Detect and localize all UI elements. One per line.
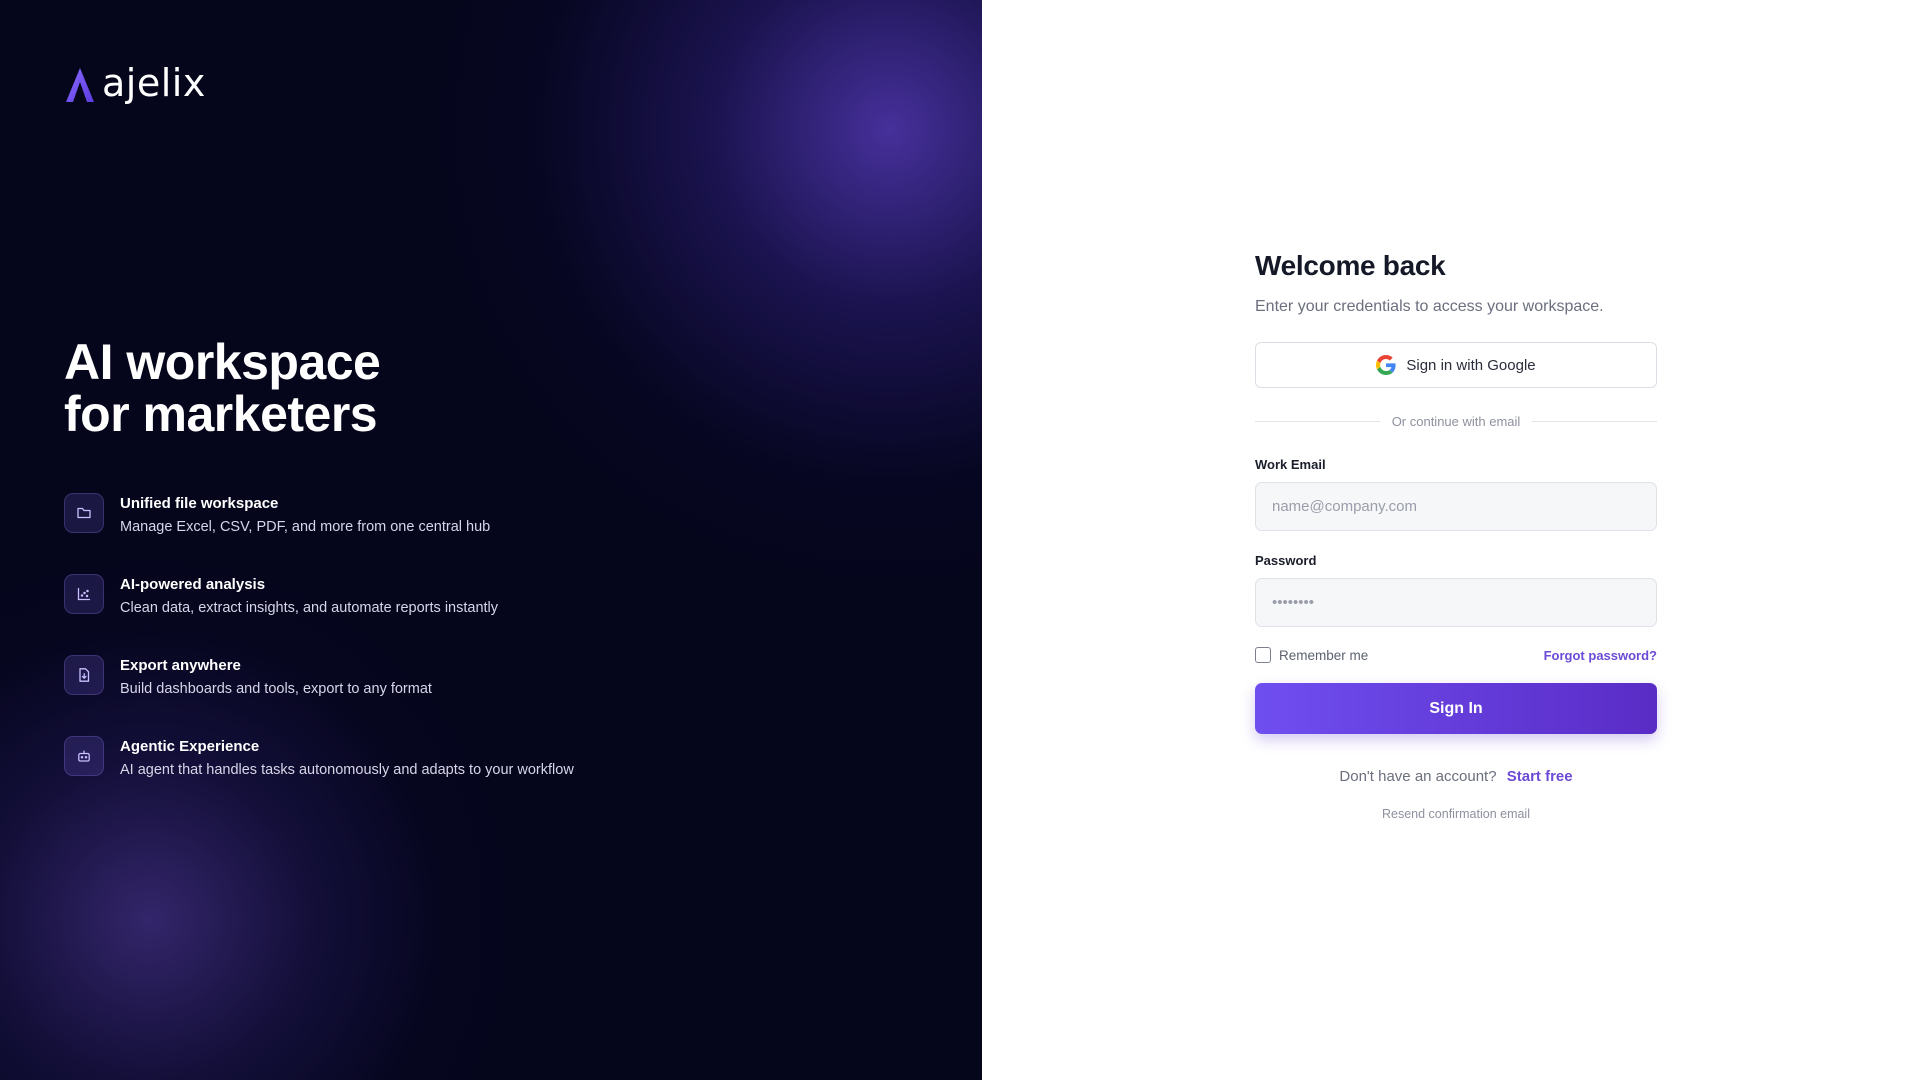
feature-item-agentic: Agentic Experience AI agent that handles… xyxy=(64,736,574,817)
feature-desc: Build dashboards and tools, export to an… xyxy=(120,681,432,697)
feature-item-analysis: AI-powered analysis Clean data, extract … xyxy=(64,574,574,655)
feature-desc: Manage Excel, CSV, PDF, and more from on… xyxy=(120,519,491,535)
divider-line xyxy=(1255,421,1380,422)
feature-title: Export anywhere xyxy=(120,657,241,674)
bot-icon xyxy=(64,736,104,776)
remember-me-control[interactable]: Remember me xyxy=(1255,647,1368,663)
email-field[interactable] xyxy=(1255,482,1657,531)
email-divider: Or continue with email xyxy=(1255,414,1657,429)
remember-row: Remember me Forgot password? xyxy=(1255,647,1657,663)
remember-me-label: Remember me xyxy=(1279,647,1369,663)
feature-title: Agentic Experience xyxy=(120,738,260,755)
hero-panel: ajelix AI workspace for marketers Unifie… xyxy=(0,0,982,1080)
password-field[interactable] xyxy=(1255,578,1657,627)
divider-text: Or continue with email xyxy=(1391,414,1521,429)
divider-line xyxy=(1532,421,1657,422)
ajelix-logo-icon xyxy=(66,68,94,102)
brand-logo[interactable]: ajelix xyxy=(64,62,206,104)
feature-title: Unified file workspace xyxy=(120,495,279,512)
login-panel: Welcome back Enter your credentials to a… xyxy=(982,0,1920,1080)
google-signin-button[interactable]: Sign in with Google xyxy=(1255,342,1657,388)
form-subtitle: Enter your credentials to access your wo… xyxy=(1255,298,1604,315)
resend-row: Resend confirmation email xyxy=(1255,807,1657,821)
hero-headline: AI workspace for marketers xyxy=(64,334,381,442)
start-free-link[interactable]: Start free xyxy=(1507,768,1573,785)
password-label: Password xyxy=(1255,553,1317,568)
feature-desc: Clean data, extract insights, and automa… xyxy=(120,600,499,616)
feature-item-export: Export anywhere Build dashboards and too… xyxy=(64,655,574,736)
folder-icon xyxy=(64,493,104,533)
google-signin-label: Sign in with Google xyxy=(1406,356,1536,374)
sign-in-button[interactable]: Sign In xyxy=(1255,683,1657,734)
forgot-password-link[interactable]: Forgot password? xyxy=(1544,648,1657,663)
resend-confirmation-link[interactable]: Resend confirmation email xyxy=(1382,807,1530,821)
file-export-icon xyxy=(64,655,104,695)
brand-name: ajelix xyxy=(102,61,206,105)
remember-me-checkbox[interactable] xyxy=(1255,647,1271,663)
feature-item-unified: Unified file workspace Manage Excel, CSV… xyxy=(64,493,574,574)
chart-icon xyxy=(64,574,104,614)
hero-line-1: AI workspace xyxy=(64,334,381,390)
google-icon xyxy=(1376,355,1396,375)
feature-list: Unified file workspace Manage Excel, CSV… xyxy=(64,493,574,817)
feature-desc: AI agent that handles tasks autonomously… xyxy=(120,762,574,778)
feature-title: AI-powered analysis xyxy=(120,576,266,593)
email-label: Work Email xyxy=(1255,457,1326,472)
hero-line-2: for marketers xyxy=(64,386,378,442)
login-form: Welcome back Enter your credentials to a… xyxy=(1255,250,1657,821)
signup-prompt: Don't have an account? Start free xyxy=(1255,768,1657,785)
no-account-text: Don't have an account? xyxy=(1339,768,1497,785)
form-title: Welcome back xyxy=(1255,250,1446,281)
